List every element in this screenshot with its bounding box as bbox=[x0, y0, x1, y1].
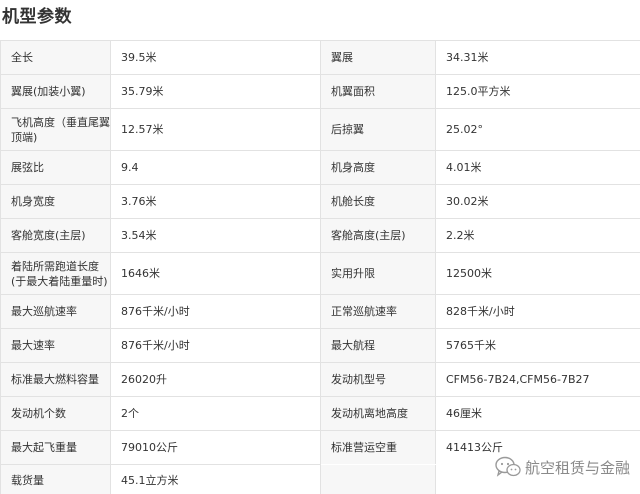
param-value: 12500米 bbox=[435, 252, 640, 295]
table-row: 着陆所需跑道长度(于最大着陆重量时) 1646米 实用升限 12500米 bbox=[0, 252, 640, 295]
page-title: 机型参数 bbox=[2, 7, 72, 27]
param-value: 25.02° bbox=[435, 108, 640, 151]
table-row: 机身宽度 3.76米 机舱长度 30.02米 bbox=[0, 184, 640, 219]
page: 机型参数 全长 39.5米 翼展 34.31米 翼展(加装小翼) 35.79米 … bbox=[0, 0, 640, 494]
param-value: 5765千米 bbox=[435, 328, 640, 363]
param-label: 机舱长度 bbox=[320, 184, 436, 219]
spec-table: 全长 39.5米 翼展 34.31米 翼展(加装小翼) 35.79米 机翼面积 … bbox=[0, 40, 640, 494]
param-label: 翼展(加装小翼) bbox=[0, 74, 111, 109]
param-label: 最大巡航速率 bbox=[0, 294, 111, 329]
param-label: 标准营运空重 bbox=[320, 430, 436, 465]
param-label: 着陆所需跑道长度(于最大着陆重量时) bbox=[0, 252, 111, 295]
param-label: 展弦比 bbox=[0, 150, 111, 185]
param-label: 机翼面积 bbox=[320, 74, 436, 109]
param-label: 全长 bbox=[0, 40, 111, 75]
param-label bbox=[320, 464, 436, 494]
param-value: 34.31米 bbox=[435, 40, 640, 75]
param-value: 4.01米 bbox=[435, 150, 640, 185]
table-row: 标准最大燃料容量 26020升 发动机型号 CFM56-7B24,CFM56-7… bbox=[0, 362, 640, 397]
param-label: 客舱宽度(主层) bbox=[0, 218, 111, 253]
param-label: 实用升限 bbox=[320, 252, 436, 295]
param-label: 客舱高度(主层) bbox=[320, 218, 436, 253]
param-value: 39.5米 bbox=[110, 40, 321, 75]
param-value: 2.2米 bbox=[435, 218, 640, 253]
param-label: 最大起飞重量 bbox=[0, 430, 111, 465]
param-value: 876千米/小时 bbox=[110, 328, 321, 363]
param-label: 最大航程 bbox=[320, 328, 436, 363]
param-value: 79010公斤 bbox=[110, 430, 321, 465]
param-label: 发动机离地高度 bbox=[320, 396, 436, 431]
param-value: 45.1立方米 bbox=[110, 464, 321, 494]
table-row: 飞机高度（垂直尾翼顶端) 12.57米 后掠翼 25.02° bbox=[0, 108, 640, 151]
table-row: 展弦比 9.4 机身高度 4.01米 bbox=[0, 150, 640, 185]
param-label: 机身高度 bbox=[320, 150, 436, 185]
param-label: 最大速率 bbox=[0, 328, 111, 363]
param-value: 30.02米 bbox=[435, 184, 640, 219]
param-value: 46厘米 bbox=[435, 396, 640, 431]
table-row: 全长 39.5米 翼展 34.31米 bbox=[0, 40, 640, 75]
param-label: 载货量 bbox=[0, 464, 111, 494]
param-label: 发动机型号 bbox=[320, 362, 436, 397]
param-value: 12.57米 bbox=[110, 108, 321, 151]
param-label: 后掠翼 bbox=[320, 108, 436, 151]
param-value: CFM56-7B24,CFM56-7B27 bbox=[435, 362, 640, 397]
param-label: 飞机高度（垂直尾翼顶端) bbox=[0, 108, 111, 151]
table-row: 客舱宽度(主层) 3.54米 客舱高度(主层) 2.2米 bbox=[0, 218, 640, 253]
param-label: 机身宽度 bbox=[0, 184, 111, 219]
param-value: 125.0平方米 bbox=[435, 74, 640, 109]
param-value: 2个 bbox=[110, 396, 321, 431]
param-value: 1646米 bbox=[110, 252, 321, 295]
table-row: 最大巡航速率 876千米/小时 正常巡航速率 828千米/小时 bbox=[0, 294, 640, 329]
param-value: 3.54米 bbox=[110, 218, 321, 253]
wechat-icon bbox=[495, 456, 521, 478]
watermark: 航空租赁与金融 bbox=[495, 456, 630, 478]
param-value: 828千米/小时 bbox=[435, 294, 640, 329]
param-label: 标准最大燃料容量 bbox=[0, 362, 111, 397]
table-row: 最大速率 876千米/小时 最大航程 5765千米 bbox=[0, 328, 640, 363]
param-label: 正常巡航速率 bbox=[320, 294, 436, 329]
table-row: 发动机个数 2个 发动机离地高度 46厘米 bbox=[0, 396, 640, 431]
param-value: 9.4 bbox=[110, 150, 321, 185]
table-row: 翼展(加装小翼) 35.79米 机翼面积 125.0平方米 bbox=[0, 74, 640, 109]
param-value: 3.76米 bbox=[110, 184, 321, 219]
param-value: 876千米/小时 bbox=[110, 294, 321, 329]
watermark-text: 航空租赁与金融 bbox=[524, 458, 630, 477]
param-value: 35.79米 bbox=[110, 74, 321, 109]
param-label: 发动机个数 bbox=[0, 396, 111, 431]
param-label: 翼展 bbox=[320, 40, 436, 75]
param-value: 26020升 bbox=[110, 362, 321, 397]
